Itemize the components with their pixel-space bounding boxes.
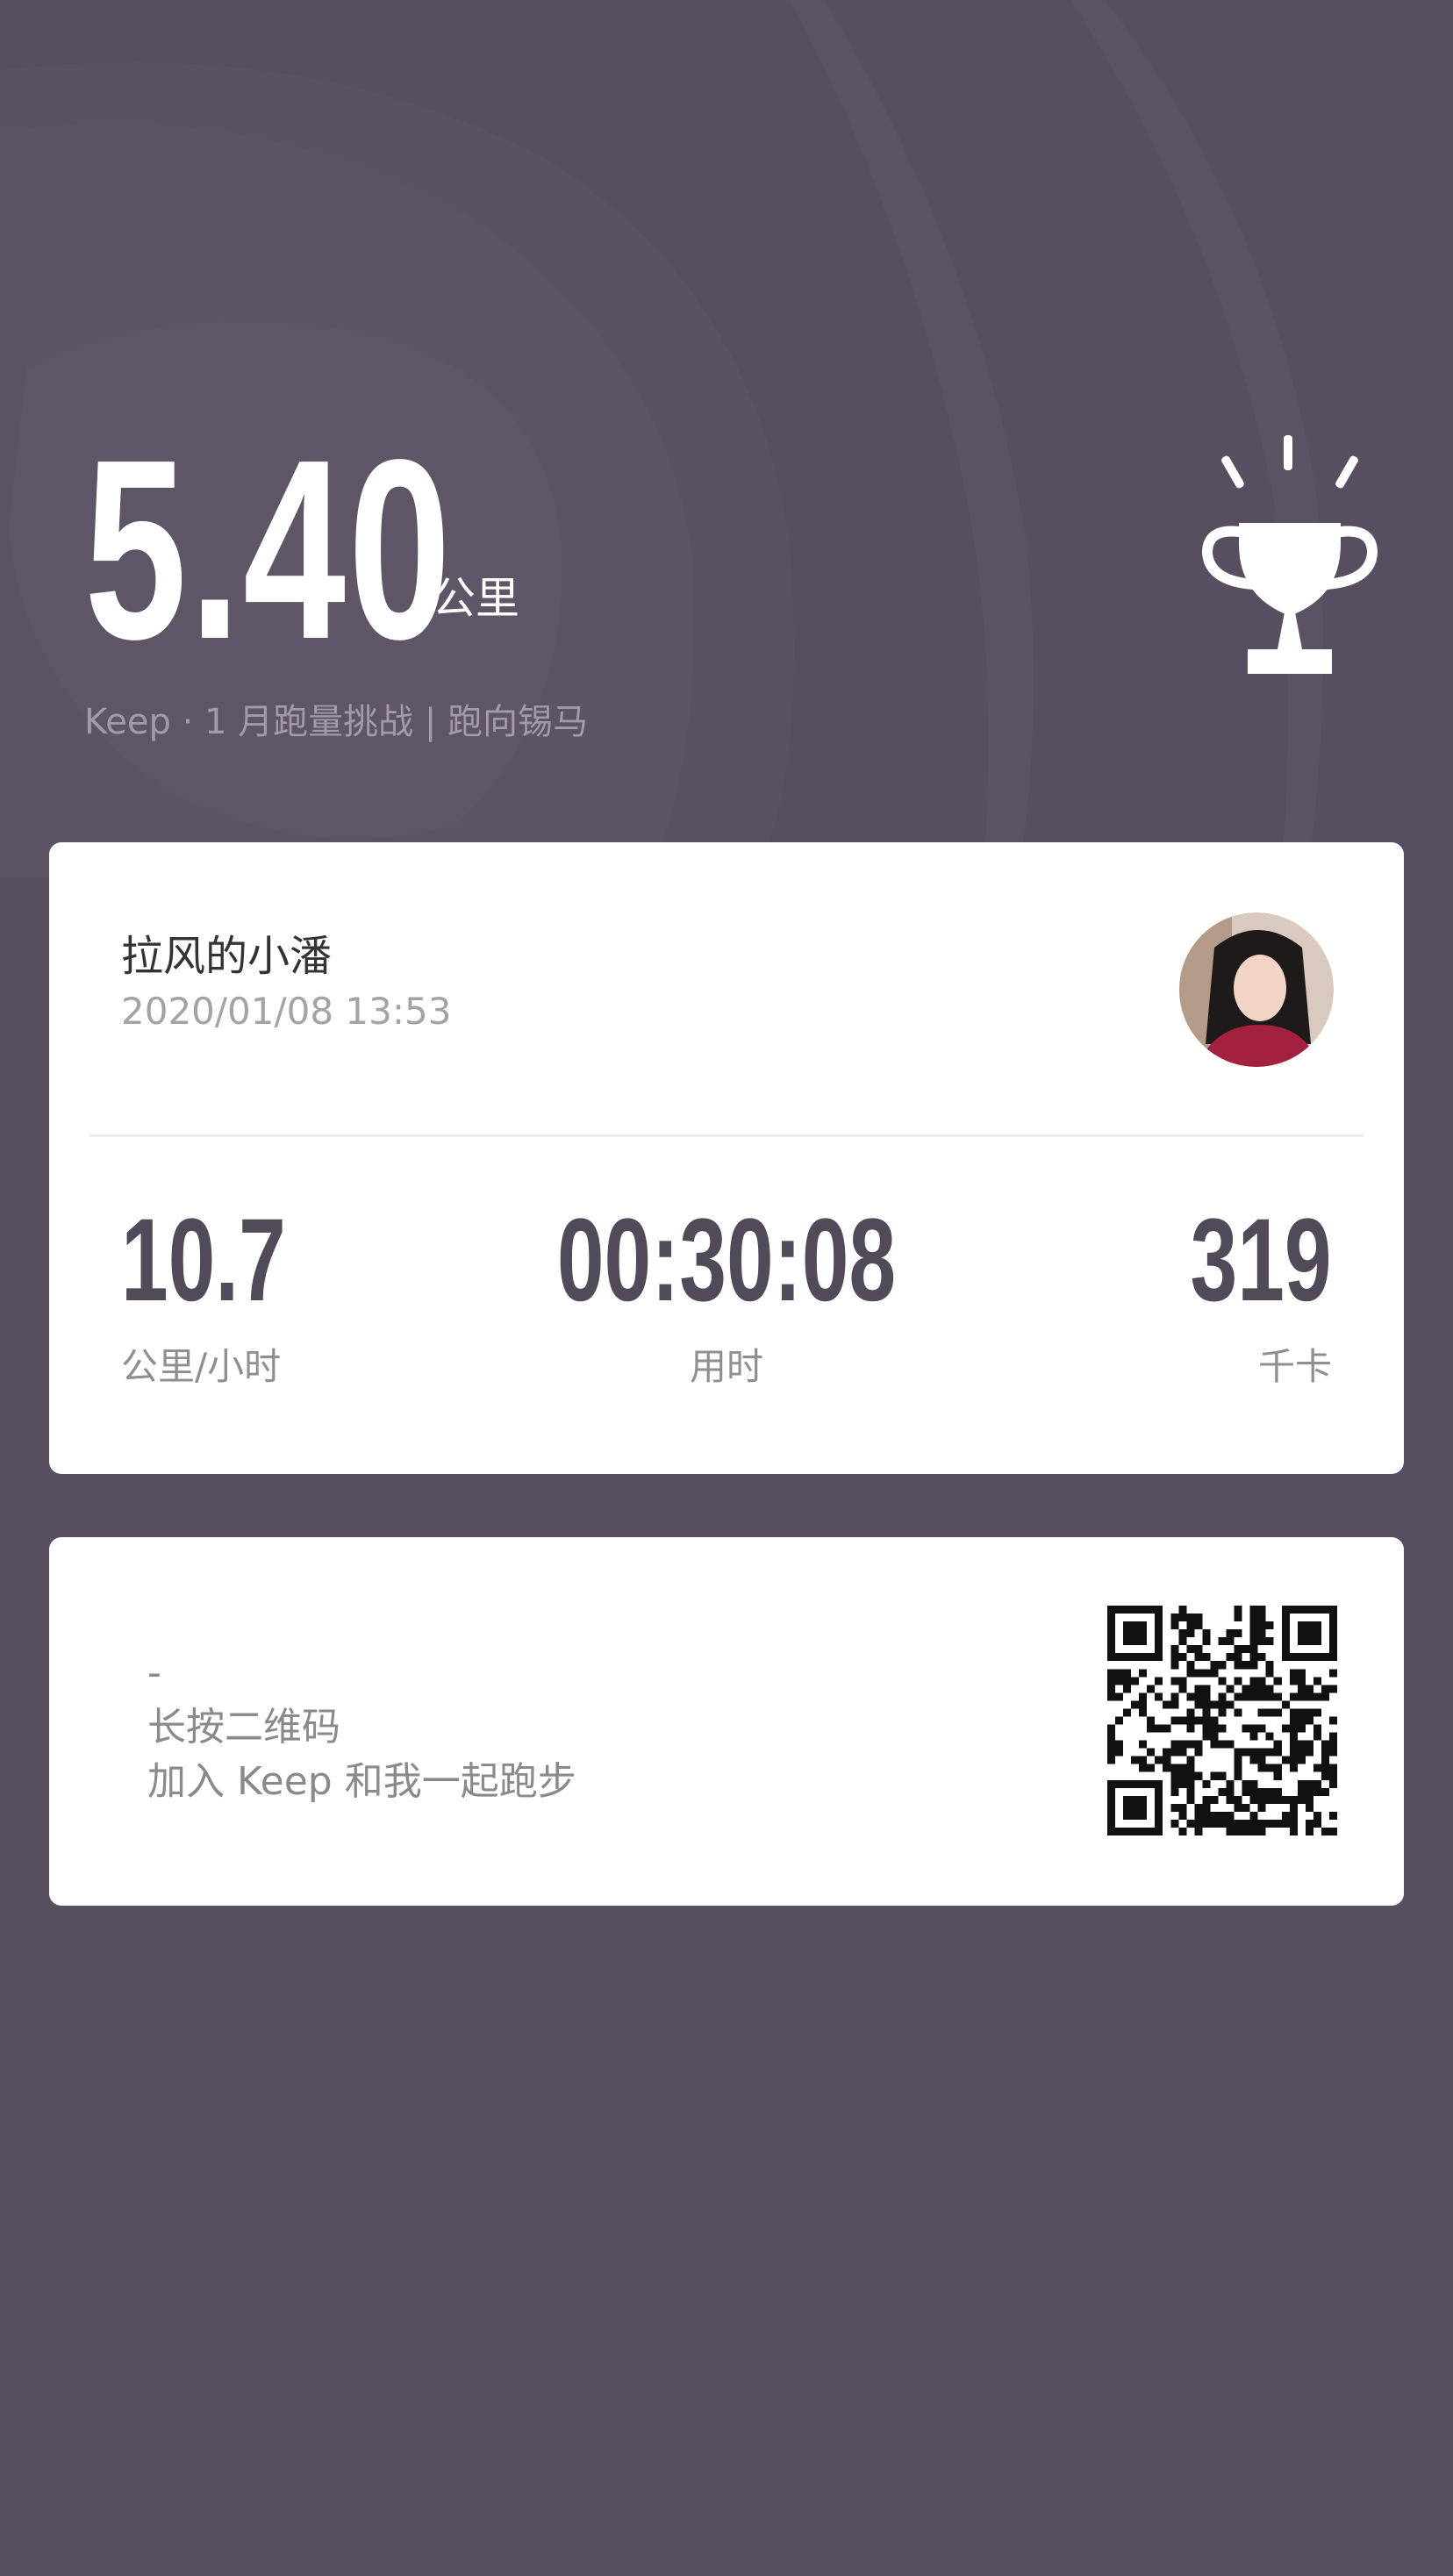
username[interactable]: 拉风的小潘 — [121, 921, 332, 983]
qr-line-2: 加入 Keep 和我一起跑步 — [147, 1759, 576, 1804]
stat-speed: 10.7 公里/小时 — [121, 1202, 350, 1391]
card-divider — [89, 1134, 1364, 1137]
stat-speed-label: 公里/小时 — [121, 1345, 282, 1388]
qr-code[interactable] — [1107, 1606, 1337, 1835]
hero-section: 5.40 公里 Keep · 1 月跑量挑战 | 跑向锡马 — [0, 0, 1453, 790]
avatar[interactable] — [1179, 912, 1334, 1067]
qr-invite-text: - 长按二维码 加入 Keep 和我一起跑步 — [147, 1646, 576, 1809]
stat-calories: 319 千卡 — [1135, 1202, 1332, 1391]
qr-dash: - — [147, 1650, 161, 1695]
activity-datetime: 2020/01/08 13:53 — [121, 990, 452, 1033]
stat-speed-value: 10.7 — [121, 1195, 286, 1326]
qr-invite-card: - 长按二维码 加入 Keep 和我一起跑步 — [49, 1537, 1404, 1906]
qr-line-1: 长按二维码 — [147, 1705, 340, 1750]
stat-duration-value: 00:30:08 — [556, 1195, 897, 1326]
distance-value: 5.40 — [84, 406, 454, 692]
trophy-icon — [1202, 435, 1378, 674]
stat-calories-value: 319 — [1191, 1195, 1332, 1326]
activity-card: 拉风的小潘 2020/01/08 13:53 10.7 公里/小时 00:30:… — [49, 842, 1404, 1474]
stat-duration-label: 用时 — [689, 1345, 763, 1388]
distance-unit: 公里 — [432, 573, 519, 624]
challenge-subtitle: Keep · 1 月跑量挑战 | 跑向锡马 — [84, 702, 589, 742]
stat-duration: 00:30:08 用时 — [444, 1202, 1009, 1391]
stat-calories-label: 千卡 — [1257, 1345, 1332, 1388]
